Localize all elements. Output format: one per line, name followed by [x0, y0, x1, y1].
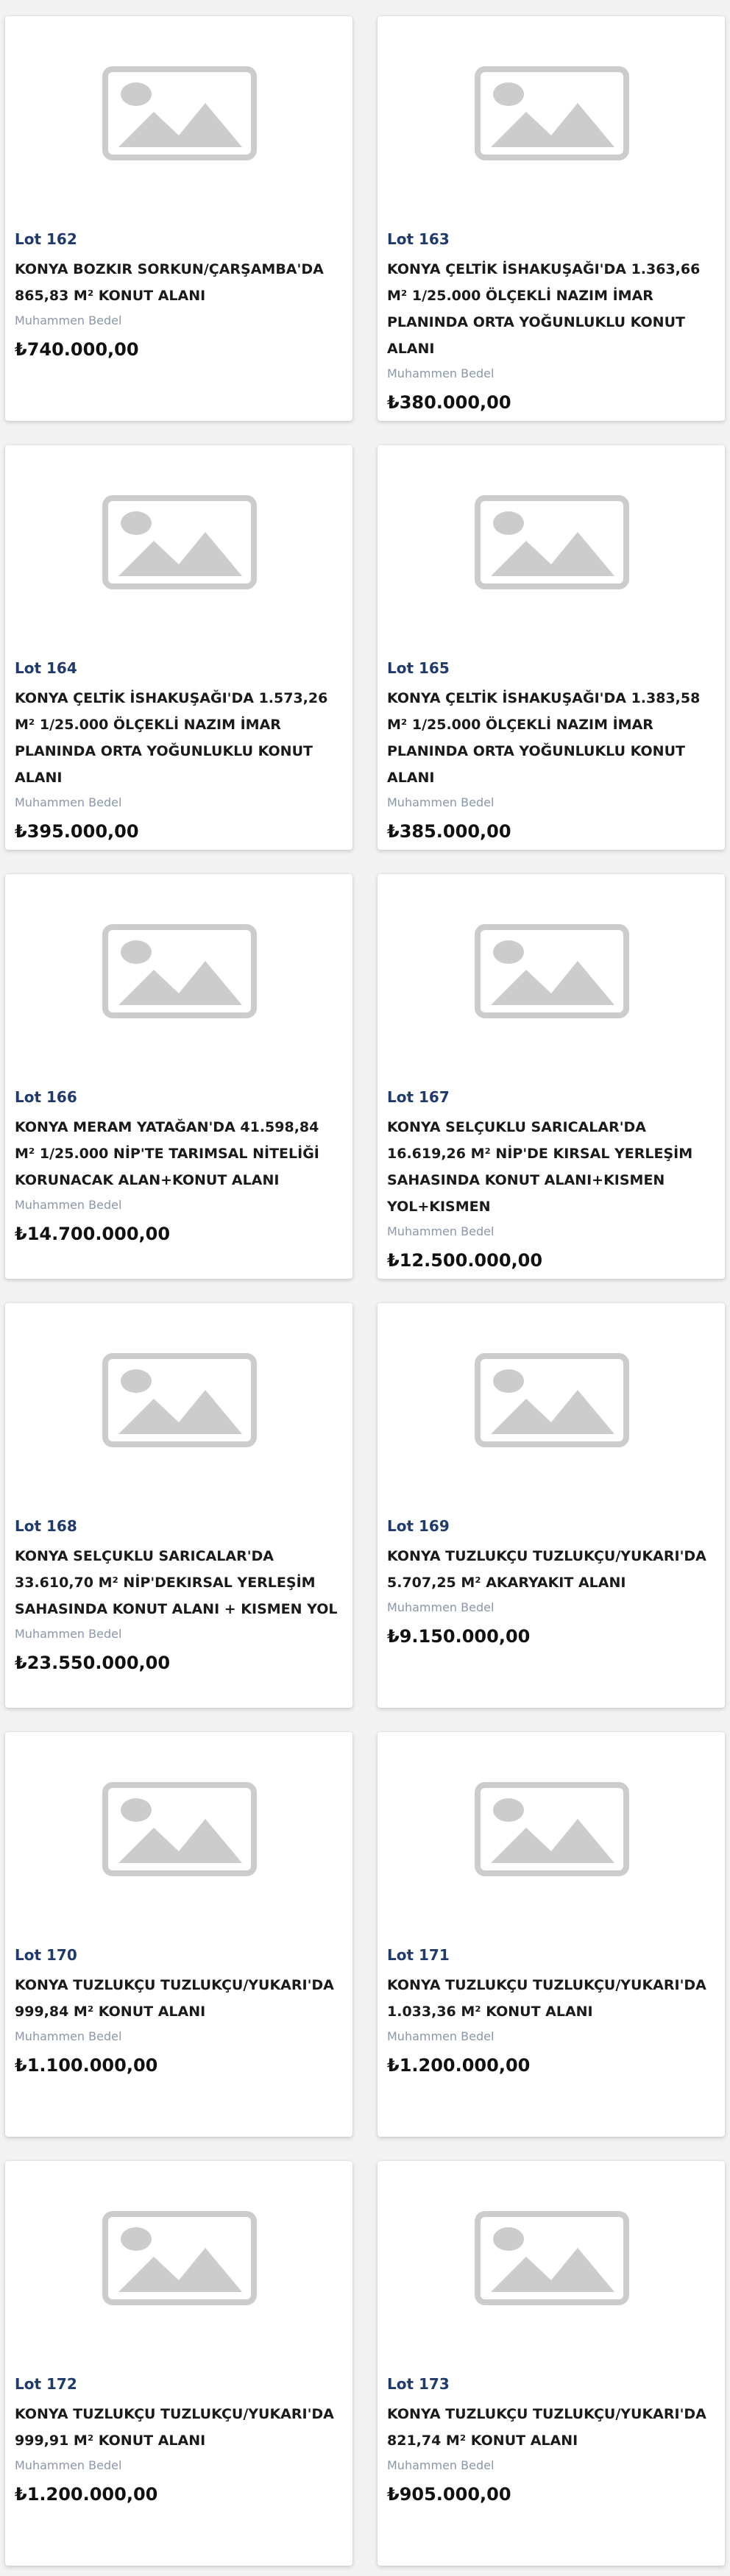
price-label: Muhammen Bedel: [15, 2458, 122, 2472]
image-placeholder-icon: [475, 2211, 629, 2305]
lot-title[interactable]: KONYA ÇELTİK İSHAKUŞAĞI'DA 1.383,58 M² 1…: [387, 685, 715, 791]
price-label: Muhammen Bedel: [387, 2029, 495, 2043]
lot-card[interactable]: Lot 172 KONYA TUZLUKÇU TUZLUKÇU/YUKARI'D…: [5, 2161, 352, 2566]
lot-number: Lot 168: [15, 1517, 77, 1535]
lot-card[interactable]: Lot 173 KONYA TUZLUKÇU TUZLUKÇU/YUKARI'D…: [378, 2161, 725, 2566]
lot-price: ₺1.100.000,00: [15, 2055, 158, 2076]
lot-price: ₺1.200.000,00: [15, 2484, 158, 2505]
lot-price: ₺740.000,00: [15, 339, 139, 360]
lot-card[interactable]: Lot 163 KONYA ÇELTİK İSHAKUŞAĞI'DA 1.363…: [378, 16, 725, 421]
lot-title[interactable]: KONYA BOZKIR SORKUN/ÇARŞAMBA'DA 865,83 M…: [15, 256, 343, 309]
lot-grid: Lot 162 KONYA BOZKIR SORKUN/ÇARŞAMBA'DA …: [0, 0, 730, 2576]
lot-title[interactable]: KONYA ÇELTİK İSHAKUŞAĞI'DA 1.363,66 M² 1…: [387, 256, 715, 362]
lot-number: Lot 164: [15, 659, 77, 677]
lot-title[interactable]: KONYA MERAM YATAĞAN'DA 41.598,84 M² 1/25…: [15, 1114, 343, 1193]
price-label: Muhammen Bedel: [387, 366, 495, 380]
lot-card[interactable]: Lot 166 KONYA MERAM YATAĞAN'DA 41.598,84…: [5, 874, 352, 1279]
price-label: Muhammen Bedel: [15, 2029, 122, 2043]
lot-number: Lot 163: [387, 230, 450, 248]
image-placeholder-icon: [102, 1782, 257, 1876]
image-placeholder-icon: [102, 1353, 257, 1447]
lot-price: ₺12.500.000,00: [387, 1250, 543, 1271]
lot-card[interactable]: Lot 169 KONYA TUZLUKÇU TUZLUKÇU/YUKARI'D…: [378, 1303, 725, 1708]
lot-title[interactable]: KONYA TUZLUKÇU TUZLUKÇU/YUKARI'DA 1.033,…: [387, 1972, 715, 2025]
lot-number: Lot 165: [387, 659, 450, 677]
lot-card[interactable]: Lot 167 KONYA SELÇUKLU SARICALAR'DA 16.6…: [378, 874, 725, 1279]
lot-number: Lot 166: [15, 1088, 77, 1106]
lot-price: ₺14.700.000,00: [15, 1224, 171, 1244]
lot-price: ₺380.000,00: [387, 392, 511, 413]
lot-title[interactable]: KONYA ÇELTİK İSHAKUŞAĞI'DA 1.573,26 M² 1…: [15, 685, 343, 791]
price-label: Muhammen Bedel: [15, 313, 122, 327]
price-label: Muhammen Bedel: [387, 2458, 495, 2472]
lot-price: ₺385.000,00: [387, 821, 511, 842]
lot-price: ₺9.150.000,00: [387, 1626, 531, 1647]
image-placeholder-icon: [475, 1353, 629, 1447]
lot-number: Lot 162: [15, 230, 77, 248]
price-label: Muhammen Bedel: [15, 795, 122, 809]
image-placeholder-icon: [102, 495, 257, 589]
lot-number: Lot 169: [387, 1517, 450, 1535]
image-placeholder-icon: [102, 924, 257, 1018]
lot-number: Lot 167: [387, 1088, 450, 1106]
price-label: Muhammen Bedel: [15, 1627, 122, 1641]
lot-price: ₺1.200.000,00: [387, 2055, 531, 2076]
image-placeholder-icon: [475, 1782, 629, 1876]
lot-price: ₺395.000,00: [15, 821, 139, 842]
lot-number: Lot 173: [387, 2375, 450, 2393]
lot-number: Lot 171: [387, 1946, 450, 1964]
image-placeholder-icon: [475, 924, 629, 1018]
lot-title[interactable]: KONYA SELÇUKLU SARICALAR'DA 16.619,26 M²…: [387, 1114, 715, 1220]
lot-card[interactable]: Lot 164 KONYA ÇELTİK İSHAKUŞAĞI'DA 1.573…: [5, 445, 352, 850]
lot-card[interactable]: Lot 165 KONYA ÇELTİK İSHAKUŞAĞI'DA 1.383…: [378, 445, 725, 850]
lot-card[interactable]: Lot 171 KONYA TUZLUKÇU TUZLUKÇU/YUKARI'D…: [378, 1732, 725, 2137]
lot-card[interactable]: Lot 162 KONYA BOZKIR SORKUN/ÇARŞAMBA'DA …: [5, 16, 352, 421]
price-label: Muhammen Bedel: [15, 1198, 122, 1212]
lot-title[interactable]: KONYA TUZLUKÇU TUZLUKÇU/YUKARI'DA 821,74…: [387, 2401, 715, 2454]
price-label: Muhammen Bedel: [387, 1224, 495, 1238]
price-label: Muhammen Bedel: [387, 795, 495, 809]
lot-title[interactable]: KONYA TUZLUKÇU TUZLUKÇU/YUKARI'DA 5.707,…: [387, 1543, 715, 1596]
image-placeholder-icon: [102, 2211, 257, 2305]
lot-number: Lot 170: [15, 1946, 77, 1964]
lot-title[interactable]: KONYA SELÇUKLU SARICALAR'DA 33.610,70 M²…: [15, 1543, 343, 1622]
lot-title[interactable]: KONYA TUZLUKÇU TUZLUKÇU/YUKARI'DA 999,91…: [15, 2401, 343, 2454]
image-placeholder-icon: [102, 66, 257, 160]
lot-price: ₺23.550.000,00: [15, 1653, 171, 1673]
image-placeholder-icon: [475, 66, 629, 160]
lot-price: ₺905.000,00: [387, 2484, 511, 2505]
lot-card[interactable]: Lot 170 KONYA TUZLUKÇU TUZLUKÇU/YUKARI'D…: [5, 1732, 352, 2137]
image-placeholder-icon: [475, 495, 629, 589]
lot-card[interactable]: Lot 168 KONYA SELÇUKLU SARICALAR'DA 33.6…: [5, 1303, 352, 1708]
price-label: Muhammen Bedel: [387, 1600, 495, 1614]
lot-number: Lot 172: [15, 2375, 77, 2393]
lot-title[interactable]: KONYA TUZLUKÇU TUZLUKÇU/YUKARI'DA 999,84…: [15, 1972, 343, 2025]
